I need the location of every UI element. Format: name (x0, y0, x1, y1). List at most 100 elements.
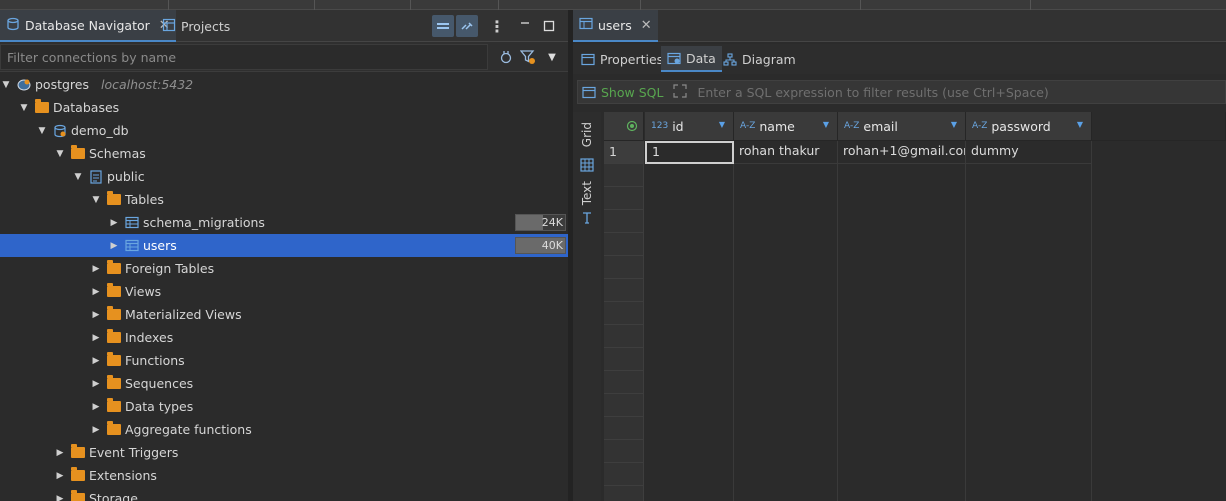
minimize-icon[interactable] (514, 15, 536, 37)
filter-settings-icon[interactable] (518, 46, 538, 68)
row-number[interactable] (604, 302, 644, 325)
tree-item-views[interactable]: ▶ Views (0, 280, 568, 303)
tree-item-extensions[interactable]: ▶ Extensions (0, 464, 568, 487)
subtab-diagram[interactable]: Diagram (717, 46, 802, 72)
expand-arrow-down-icon[interactable]: ▼ (18, 103, 30, 113)
expand-arrow-down-icon[interactable]: ▼ (72, 172, 84, 182)
tree-item-databases[interactable]: ▼ Databases (0, 96, 568, 119)
subtab-data[interactable]: Data (661, 46, 722, 72)
tree-item-public[interactable]: ▼ public (0, 165, 568, 188)
row-number[interactable] (604, 371, 644, 394)
row-number[interactable]: 1 (604, 141, 644, 164)
sort-filter-dropdown-icon[interactable]: ▼ (951, 120, 957, 129)
column-header-email[interactable]: A-Z email ▼ (838, 112, 966, 141)
tree-item-label: Schemas (89, 146, 146, 161)
tree-item-schemas[interactable]: ▼ Schemas (0, 142, 568, 165)
expand-arrow-right-icon[interactable]: ▶ (90, 310, 102, 320)
grid-icon[interactable] (577, 156, 597, 174)
expand-arrow-right-icon[interactable]: ▶ (108, 218, 120, 228)
table-icon (124, 239, 140, 253)
row-number-header[interactable] (604, 112, 644, 141)
column-header-password[interactable]: A-Z password ▼ (966, 112, 1092, 141)
connection-filter-icon[interactable] (496, 46, 516, 68)
row-number[interactable] (604, 394, 644, 417)
vtab-grid[interactable]: Grid (577, 118, 597, 152)
expand-arrow-right-icon[interactable]: ▶ (90, 287, 102, 297)
tab-users[interactable]: users ✕ (573, 10, 658, 42)
tree-item-aggregate-functions[interactable]: ▶ Aggregate functions (0, 418, 568, 441)
tab-database-navigator[interactable]: Database Navigator ✕ (0, 10, 176, 42)
folder-icon (106, 283, 122, 299)
subtab-label: Diagram (742, 51, 796, 67)
tree-item-indexes[interactable]: ▶ Indexes (0, 326, 568, 349)
row-number[interactable] (604, 486, 644, 501)
expand-arrow-down-icon[interactable]: ▼ (90, 195, 102, 205)
row-number[interactable] (604, 440, 644, 463)
sort-filter-dropdown-icon[interactable]: ▼ (823, 120, 829, 129)
show-sql-link[interactable]: Show SQL (601, 85, 663, 100)
tab-projects[interactable]: Projects (156, 10, 236, 42)
filter-connections-input[interactable]: Filter connections by name (0, 44, 488, 70)
row-number[interactable] (604, 348, 644, 371)
row-number[interactable] (604, 417, 644, 440)
vtab-text[interactable]: Text (577, 178, 597, 208)
filter-dropdown-icon[interactable]: ▼ (544, 46, 560, 68)
cell-id[interactable]: 1 (645, 141, 734, 164)
text-icon[interactable] (577, 210, 597, 226)
subtab-properties[interactable]: Properties (575, 46, 669, 72)
link-with-editor-button[interactable] (456, 15, 478, 37)
tree-item-storage[interactable]: ▶ Storage (0, 487, 568, 501)
tree-item-event-triggers[interactable]: ▶ Event Triggers (0, 441, 568, 464)
data-grid-icon (667, 52, 681, 64)
maximize-icon[interactable] (538, 15, 560, 37)
tree-item-postgres[interactable]: ▼ postgres localhost:5432 (0, 73, 568, 96)
expand-arrow-right-icon[interactable]: ▶ (54, 471, 66, 481)
row-number[interactable] (604, 256, 644, 279)
database-navigator-panel: Database Navigator ✕ Projects ⋮ Filter c… (0, 10, 568, 501)
expand-arrow-right-icon[interactable]: ▶ (54, 448, 66, 458)
view-menu-icon[interactable]: ⋮ (486, 15, 508, 37)
expand-arrow-right-icon[interactable]: ▶ (90, 356, 102, 366)
expand-arrow-right-icon[interactable]: ▶ (90, 379, 102, 389)
row-number[interactable] (604, 279, 644, 302)
cell-email[interactable]: rohan+1@gmail.com (838, 141, 966, 164)
collapse-all-button[interactable] (432, 15, 454, 37)
tree-item-sequences[interactable]: ▶ Sequences (0, 372, 568, 395)
tree-item-demo-db[interactable]: ▼ demo_db (0, 119, 568, 142)
sort-filter-dropdown-icon[interactable]: ▼ (719, 120, 725, 129)
table-icon (124, 216, 140, 230)
column-header-name[interactable]: A-Z name ▼ (734, 112, 838, 141)
sort-filter-dropdown-icon[interactable]: ▼ (1077, 120, 1083, 129)
row-number[interactable] (604, 210, 644, 233)
row-number[interactable] (604, 233, 644, 256)
expand-arrow-down-icon[interactable]: ▼ (36, 126, 48, 136)
expand-arrow-right-icon[interactable]: ▶ (108, 241, 120, 251)
close-icon[interactable]: ✕ (641, 18, 652, 33)
tree-item-data-types[interactable]: ▶ Data types (0, 395, 568, 418)
row-number[interactable] (604, 187, 644, 210)
tree-item-functions[interactable]: ▶ Functions (0, 349, 568, 372)
cell-password[interactable]: dummy (966, 141, 1092, 164)
tree-item-label: Indexes (125, 330, 174, 345)
column-header-id[interactable]: 123 id ▼ (645, 112, 734, 141)
tree-item-materialized-views[interactable]: ▶ Materialized Views (0, 303, 568, 326)
expand-arrow-right-icon[interactable]: ▶ (90, 425, 102, 435)
expand-arrow-right-icon[interactable]: ▶ (90, 264, 102, 274)
tree-item-tables[interactable]: ▼ Tables (0, 188, 568, 211)
row-number[interactable] (604, 164, 644, 187)
tree-item-foreign-tables[interactable]: ▶ Foreign Tables (0, 257, 568, 280)
expand-arrow-right-icon[interactable]: ▶ (54, 494, 66, 501)
expand-arrow-right-icon[interactable]: ▶ (90, 333, 102, 343)
editor-tab-bar: users ✕ (573, 10, 1226, 42)
sql-filter-input[interactable]: Enter a SQL expression to filter results… (697, 85, 1048, 100)
expand-filter-icon[interactable] (673, 83, 688, 101)
expand-arrow-down-icon[interactable]: ▼ (0, 80, 12, 90)
cell-name[interactable]: rohan thakur (734, 141, 838, 164)
expand-arrow-right-icon[interactable]: ▶ (90, 402, 102, 412)
header-filler (1092, 112, 1226, 141)
row-number[interactable] (604, 325, 644, 348)
tree-item-schema-migrations[interactable]: ▶ schema_migrations 24K (0, 211, 568, 234)
expand-arrow-down-icon[interactable]: ▼ (54, 149, 66, 159)
row-number[interactable] (604, 463, 644, 486)
tree-item-users[interactable]: ▶ users 40K (0, 234, 568, 257)
